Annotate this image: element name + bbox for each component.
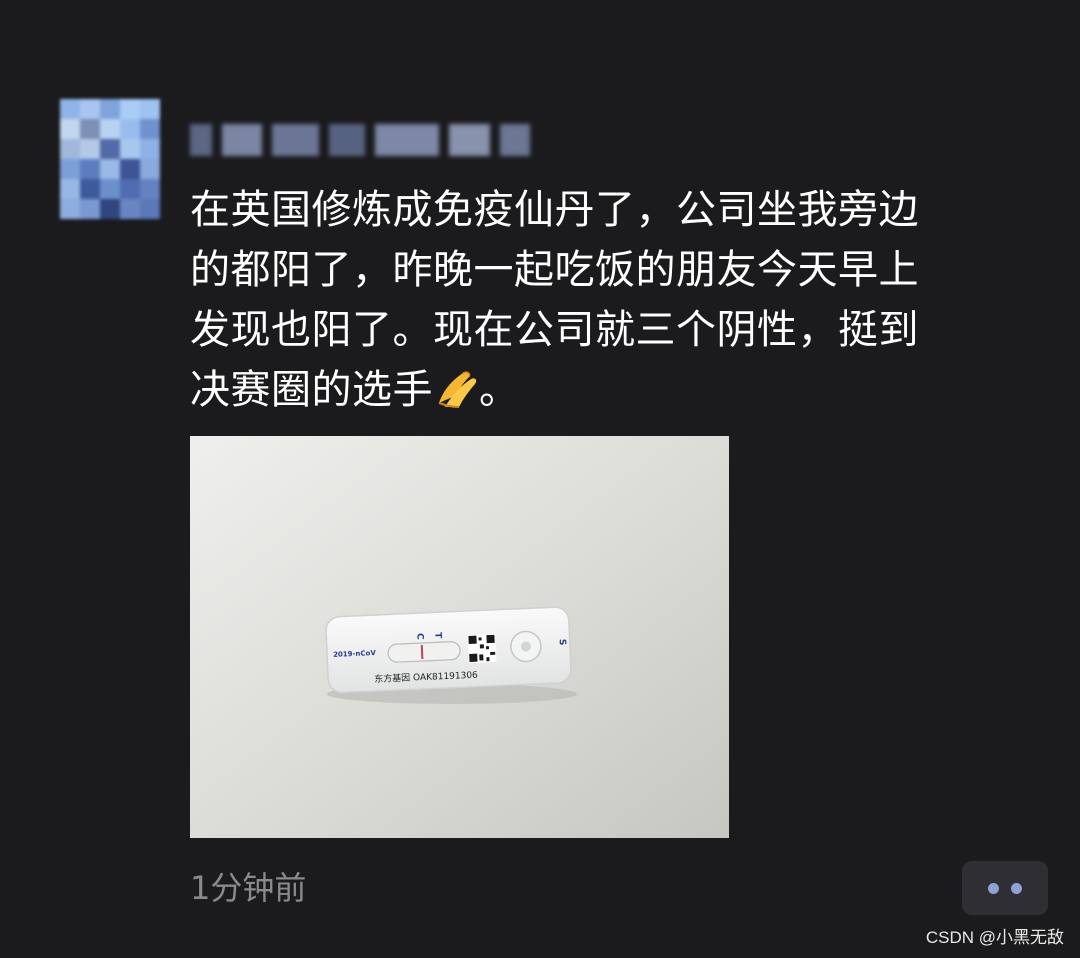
marker-s: S [557, 639, 567, 646]
post-text-line: 的都阳了，昨晚一起吃饭的朋友今天早上 [190, 247, 919, 293]
post-timestamp: 1分钟前 [190, 869, 307, 907]
post-text-line: 在英国修炼成免疫仙丹了，公司坐我旁边 [190, 187, 919, 233]
avatar[interactable] [60, 99, 160, 219]
post-photo[interactable]: 2019-nCoV C T S 东方基因 OAK81191306 [190, 436, 729, 838]
username-redacted[interactable] [190, 118, 530, 162]
post-text-line: 发现也阳了。现在公司就三个阴性，挺到 [190, 307, 919, 353]
more-dots-icon [1011, 882, 1022, 894]
watermark: CSDN @小黑无敌 [925, 928, 1064, 947]
more-button[interactable] [962, 861, 1048, 915]
post-text: 在英国修炼成免疫仙丹了，公司坐我旁边 的都阳了，昨晚一起吃饭的朋友今天早上 发现… [190, 180, 1030, 420]
more-dots-icon [988, 882, 999, 894]
qr-code-icon [467, 633, 497, 663]
post-text-line-last: 决赛圈的选手 。 [190, 360, 1030, 420]
test-cassette: 2019-nCoV C T S 东方基因 OAK81191306 [325, 606, 572, 694]
moments-post: 在英国修炼成免疫仙丹了，公司坐我旁边 的都阳了，昨晚一起吃饭的朋友今天早上 发现… [0, 0, 1080, 958]
marker-c: C [414, 633, 424, 640]
hands-pressed-together-emoji [438, 371, 477, 408]
post-text-line: 决赛圈的选手 [190, 367, 433, 413]
post-text-punctuation: 。 [479, 367, 520, 413]
antigen-test-photo: 2019-nCoV C T S 东方基因 OAK81191306 [190, 436, 729, 838]
